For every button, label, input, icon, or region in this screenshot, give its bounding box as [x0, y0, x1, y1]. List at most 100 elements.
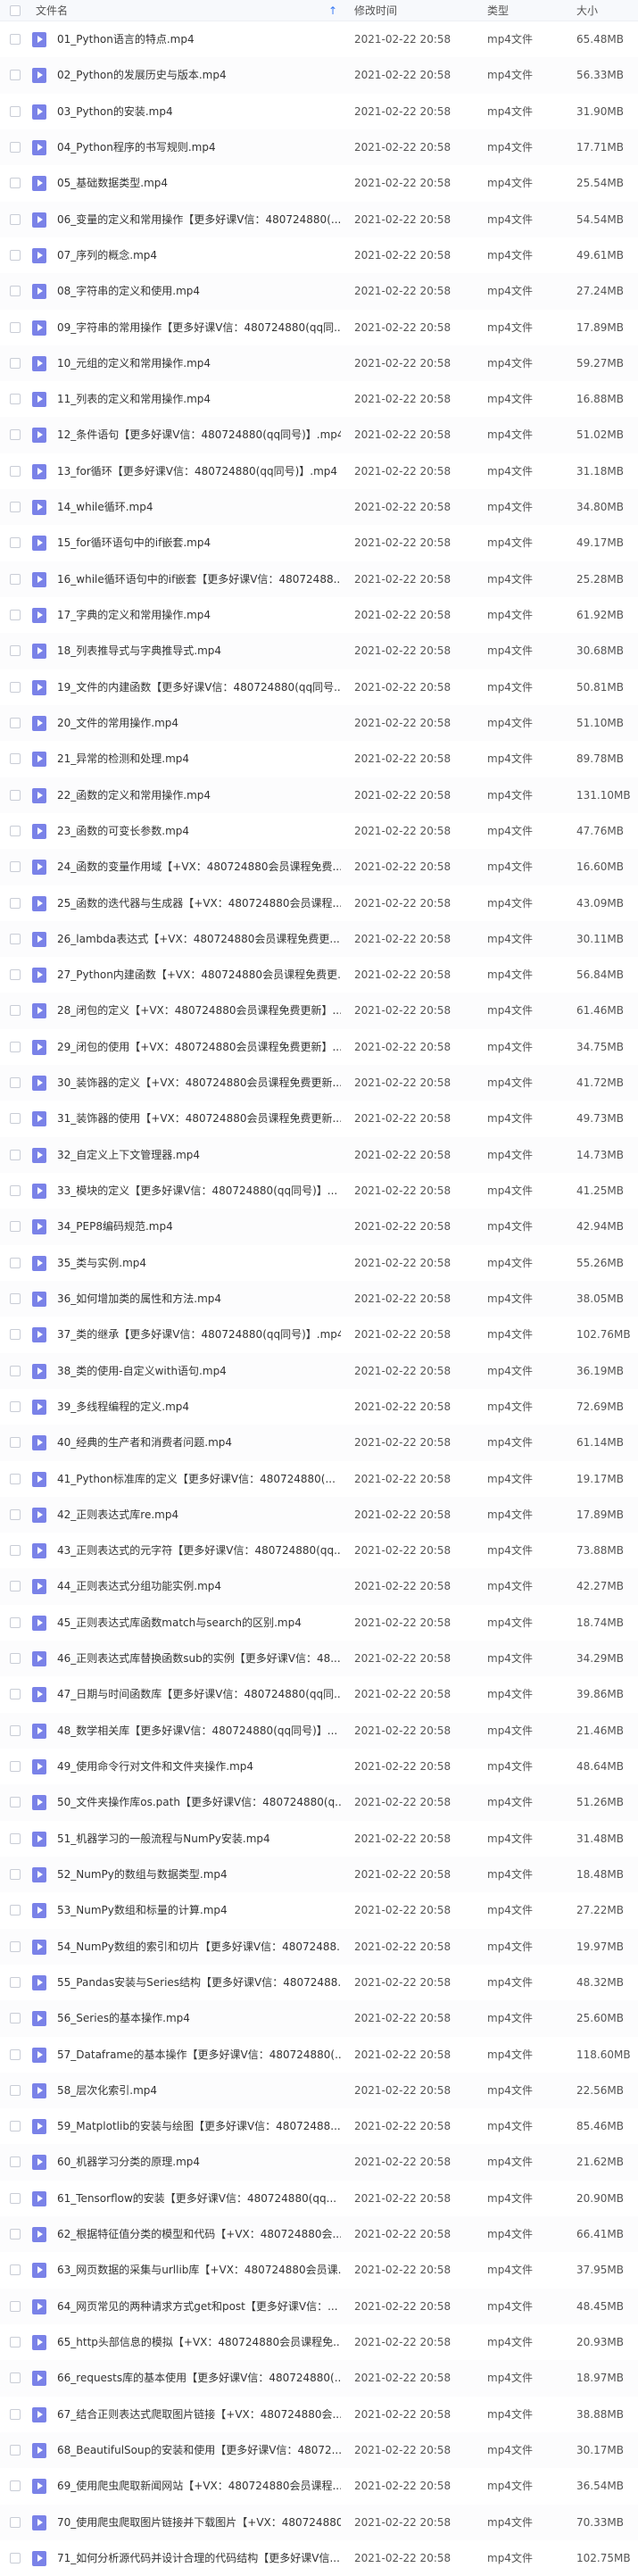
row-checkbox[interactable]: [10, 1400, 21, 1412]
file-name[interactable]: 25_函数的迭代器与生成器【+VX：480724880会员课程...: [57, 885, 341, 921]
file-name[interactable]: 17_字典的定义和常用操作.mp4: [57, 597, 341, 633]
row-checkbox[interactable]: [10, 1473, 21, 1484]
file-row[interactable]: 29_闭包的使用【+VX：480724880会员课程免费更新】... 2021-0…: [0, 1028, 638, 1066]
row-checkbox[interactable]: [10, 1761, 21, 1772]
file-name[interactable]: 49_使用命令行对文件和文件夹操作.mp4: [57, 1749, 341, 1784]
file-name[interactable]: 46_正则表达式库替换函数sub的实例【更多好课V信：48...: [57, 1641, 341, 1676]
row-checkbox[interactable]: [10, 357, 21, 369]
row-checkbox[interactable]: [10, 1832, 21, 1844]
file-row[interactable]: 10_元组的定义和常用操作.mp4 2021-02-22 20:58 mp4文件 59…: [0, 345, 638, 382]
row-checkbox[interactable]: [10, 1113, 21, 1125]
file-row[interactable]: 06_变量的定义和常用操作【更多好课V信：480724880(... 2021-0…: [0, 201, 638, 237]
row-checkbox[interactable]: [10, 681, 21, 693]
file-name[interactable]: 03_Python的安装.mp4: [57, 94, 341, 129]
row-checkbox[interactable]: [10, 321, 21, 333]
file-row[interactable]: 18_列表推导式与字典推导式.mp4 2021-02-22 20:58 mp4文件 3…: [0, 633, 638, 669]
file-row[interactable]: 47_日期与时间函数库【更多好课V信：480724880(qq同... 2021-…: [0, 1676, 638, 1713]
row-checkbox[interactable]: [10, 1437, 21, 1449]
file-name[interactable]: 28_闭包的定义【+VX：480724880会员课程免费更新】...: [57, 993, 341, 1028]
row-checkbox[interactable]: [10, 1041, 21, 1052]
file-name[interactable]: 64_网页常见的两种请求方式get和post【更多好课V信：...: [57, 2289, 341, 2324]
row-checkbox[interactable]: [10, 213, 21, 225]
file-row[interactable]: 53_NumPy数组和标量的计算.mp4 2021-02-22 20:58 mp4文…: [0, 1892, 638, 1929]
file-row[interactable]: 15_for循环语句中的if嵌套.mp4 2021-02-22 20:58 mp4文…: [0, 525, 638, 561]
file-name[interactable]: 15_for循环语句中的if嵌套.mp4: [57, 525, 341, 561]
row-checkbox[interactable]: [10, 753, 21, 765]
row-checkbox[interactable]: [10, 969, 21, 981]
file-row[interactable]: 36_如何增加类的属性和方法.mp4 2021-02-22 20:58 mp4文件 3…: [0, 1280, 638, 1317]
file-name[interactable]: 58_层次化索引.mp4: [57, 2073, 341, 2108]
file-name[interactable]: 07_序列的概念.mp4: [57, 237, 341, 273]
file-row[interactable]: 70_使用爬虫爬取图片链接并下载图片【+VX：480724880... 2021-…: [0, 2504, 638, 2540]
file-row[interactable]: 16_while循环语句中的if嵌套【更多好课V信：48072488... 202…: [0, 561, 638, 597]
file-name[interactable]: 31_装饰器的使用【+VX：480724880会员课程免费更新...: [57, 1101, 341, 1136]
file-row[interactable]: 02_Python的发展历史与版本.mp4 2021-02-22 20:58 mp4…: [0, 57, 638, 94]
file-name[interactable]: 38_类的使用-自定义with语句.mp4: [57, 1353, 341, 1389]
file-name[interactable]: 71_如何分析源代码并设计合理的代码结构【更多好课V信...: [57, 2540, 341, 2576]
file-name[interactable]: 63_网页数据的采集与urllib库【+VX：480724880会员课...: [57, 2252, 341, 2288]
file-row[interactable]: 21_异常的检测和处理.mp4 2021-02-22 20:58 mp4文件 89.7…: [0, 741, 638, 777]
row-checkbox[interactable]: [10, 2552, 21, 2564]
file-name[interactable]: 57_Dataframe的基本操作【更多好课V信：480724880(...: [57, 2037, 341, 2073]
row-checkbox[interactable]: [10, 645, 21, 657]
row-checkbox[interactable]: [10, 1976, 21, 1988]
file-row[interactable]: 05_基础数据类型.mp4 2021-02-22 20:58 mp4文件 25.54M…: [0, 165, 638, 202]
row-checkbox[interactable]: [10, 2121, 21, 2132]
row-checkbox[interactable]: [10, 537, 21, 549]
file-row[interactable]: 59_Matplotlib的安装与绘图【更多好课V信：48072488... 20…: [0, 2108, 638, 2145]
file-row[interactable]: 71_如何分析源代码并设计合理的代码结构【更多好课V信... 2021-02-22…: [0, 2539, 638, 2576]
file-row[interactable]: 45_正则表达式库函数match与search的区别.mp4 2021-02-22…: [0, 1604, 638, 1641]
file-name[interactable]: 66_requests库的基本使用【更多好课V信：480724880(...: [57, 2360, 341, 2396]
row-checkbox[interactable]: [10, 1508, 21, 1520]
file-row[interactable]: 27_Python内建函数【+VX：480724880会员课程免费更... 202…: [0, 957, 638, 993]
row-checkbox[interactable]: [10, 105, 21, 117]
column-header-type[interactable]: 类型: [487, 0, 509, 21]
row-checkbox[interactable]: [10, 2372, 21, 2384]
file-row[interactable]: 43_正则表达式的元字符【更多好课V信：480724880(qq... 2021-…: [0, 1533, 638, 1569]
row-checkbox[interactable]: [10, 2192, 21, 2204]
file-row[interactable]: 63_网页数据的采集与urllib库【+VX：480724880会员课... 20…: [0, 2252, 638, 2289]
row-checkbox[interactable]: [10, 394, 21, 405]
row-checkbox[interactable]: [10, 178, 21, 189]
row-checkbox[interactable]: [10, 2084, 21, 2096]
row-checkbox[interactable]: [10, 1689, 21, 1700]
file-row[interactable]: 08_字符串的定义和使用.mp4 2021-02-22 20:58 mp4文件 27.…: [0, 273, 638, 310]
row-checkbox[interactable]: [10, 2337, 21, 2347]
file-name[interactable]: 04_Python程序的书写规则.mp4: [57, 129, 341, 165]
row-checkbox[interactable]: [10, 1292, 21, 1304]
select-all-checkbox[interactable]: [10, 5, 21, 16]
row-checkbox[interactable]: [10, 1365, 21, 1376]
row-checkbox[interactable]: [10, 2156, 21, 2168]
file-name[interactable]: 01_Python语言的特点.mp4: [57, 21, 341, 57]
file-name[interactable]: 16_while循环语句中的if嵌套【更多好课V信：48072488...: [57, 561, 341, 597]
file-row[interactable]: 50_文件夹操作库os.path【更多好课V信：480724880(q... 20…: [0, 1784, 638, 1821]
row-checkbox[interactable]: [10, 70, 21, 81]
file-row[interactable]: 56_Series的基本操作.mp4 2021-02-22 20:58 mp4文件 2…: [0, 2000, 638, 2037]
file-name[interactable]: 42_正则表达式库re.mp4: [57, 1497, 341, 1533]
file-name[interactable]: 30_装饰器的定义【+VX：480724880会员课程免费更新...: [57, 1065, 341, 1101]
row-checkbox[interactable]: [10, 1185, 21, 1196]
file-row[interactable]: 48_数学相关库【更多好课V信：480724880(qq同号)】... 2021-…: [0, 1712, 638, 1749]
file-name[interactable]: 32_自定义上下文管理器.mp4: [57, 1137, 341, 1173]
file-row[interactable]: 33_模块的定义【更多好课V信：480724880(qq同号)】... 2021-…: [0, 1173, 638, 1209]
file-name[interactable]: 33_模块的定义【更多好课V信：480724880(qq同号)】...: [57, 1173, 341, 1209]
file-name[interactable]: 24_函数的变量作用域【+VX：480724880会员课程免费...: [57, 849, 341, 885]
file-name[interactable]: 39_多线程编程的定义.mp4: [57, 1389, 341, 1425]
row-checkbox[interactable]: [10, 34, 21, 45]
file-row[interactable]: 13_for循环【更多好课V信：480724880(qq同号)】.mp4 2021…: [0, 453, 638, 490]
file-name[interactable]: 51_机器学习的一般流程与NumPy安装.mp4: [57, 1821, 341, 1857]
file-name[interactable]: 23_函数的可变长参数.mp4: [57, 813, 341, 849]
file-name[interactable]: 08_字符串的定义和使用.mp4: [57, 273, 341, 309]
file-row[interactable]: 31_装饰器的使用【+VX：480724880会员课程免费更新... 2021-0…: [0, 1101, 638, 1137]
file-name[interactable]: 61_Tensorflow的安装【更多好课V信：480724880(qq...: [57, 2181, 341, 2216]
file-name[interactable]: 52_NumPy的数组与数据类型.mp4: [57, 1857, 341, 1892]
row-checkbox[interactable]: [10, 465, 21, 477]
row-checkbox[interactable]: [10, 2264, 21, 2276]
row-checkbox[interactable]: [10, 573, 21, 585]
file-name[interactable]: 60_机器学习分类的原理.mp4: [57, 2144, 341, 2180]
column-header-name[interactable]: 文件名: [36, 0, 68, 21]
file-row[interactable]: 22_函数的定义和常用操作.mp4 2021-02-22 20:58 mp4文件 13…: [0, 777, 638, 813]
file-row[interactable]: 07_序列的概念.mp4 2021-02-22 20:58 mp4文件 49.61MB: [0, 237, 638, 274]
row-checkbox[interactable]: [10, 861, 21, 873]
file-row[interactable]: 20_文件的常用操作.mp4 2021-02-22 20:58 mp4文件 51.10…: [0, 704, 638, 742]
